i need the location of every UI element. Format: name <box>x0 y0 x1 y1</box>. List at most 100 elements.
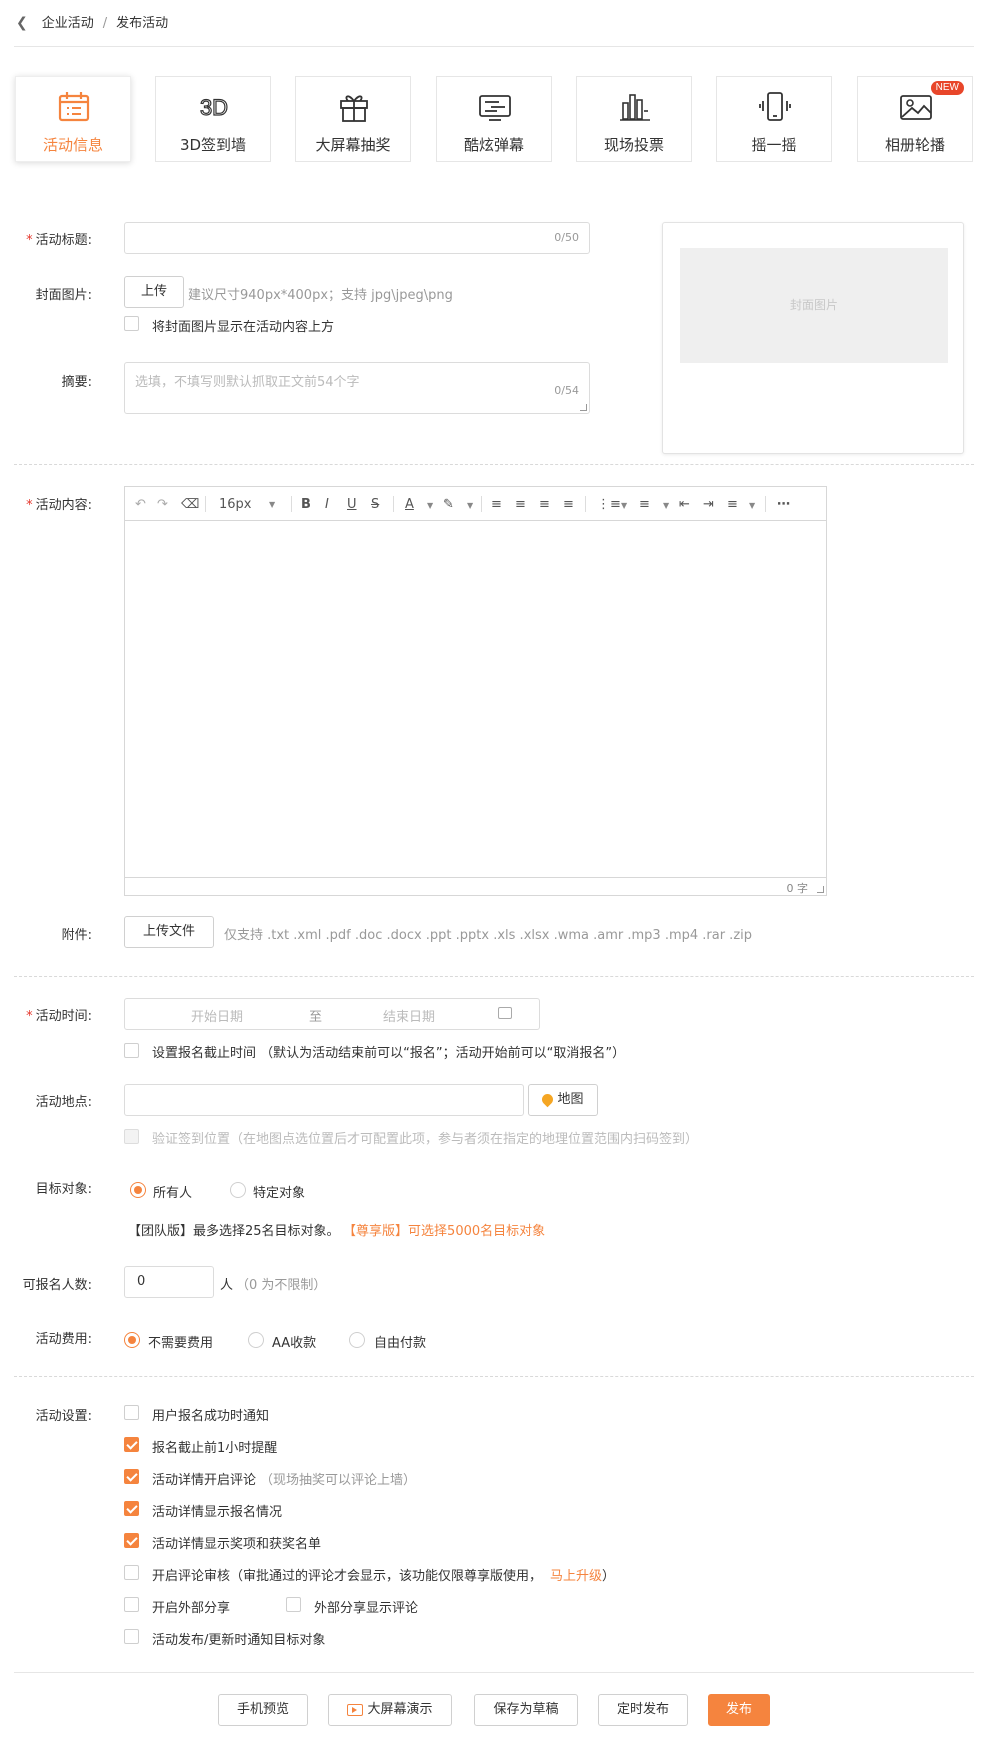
tab-shake[interactable]: 摇一摇 <box>716 76 832 162</box>
caret-down-icon[interactable]: ▼ <box>663 501 669 510</box>
setting-checkbox[interactable] <box>124 1533 139 1548</box>
setting-label-text: 开启评论审核（审批通过的评论才会显示，该功能仅限尊享版使用， <box>152 1569 543 1584</box>
breadcrumb: ❮ 企业活动 / 发布活动 <box>16 12 168 32</box>
cover-preview-image: 封面图片 <box>680 248 948 363</box>
end-date-input[interactable]: 结束日期 <box>383 1006 435 1025</box>
tab-3d-sign-wall[interactable]: 3D 3D签到墙 <box>155 76 271 162</box>
attachment-label: 附件: <box>61 928 92 943</box>
align-center-icon[interactable]: ≡ <box>515 497 526 512</box>
cover-upload-button[interactable]: 上传 <box>124 276 184 308</box>
phone-shake-icon <box>759 92 791 121</box>
schedule-publish-button[interactable]: 定时发布 <box>598 1694 688 1726</box>
caret-down-icon[interactable]: ▼ <box>621 501 627 510</box>
italic-icon[interactable]: I <box>325 497 329 512</box>
editor-body[interactable] <box>125 522 826 877</box>
setting-checkbox[interactable] <box>124 1469 139 1484</box>
back-chevron-icon[interactable]: ❮ <box>16 15 28 31</box>
tab-album[interactable]: 相册轮播 NEW <box>857 76 973 162</box>
fee-free-label: 不需要费用 <box>148 1336 214 1351</box>
fee-aa-radio[interactable] <box>248 1332 264 1348</box>
start-date-input[interactable]: 开始日期 <box>191 1006 243 1025</box>
setting-checkbox[interactable] <box>124 1405 139 1420</box>
setting-checkbox[interactable] <box>124 1629 139 1644</box>
font-size-select[interactable]: 16px ▼ <box>219 497 281 512</box>
breadcrumb-current: 发布活动 <box>116 16 169 31</box>
save-draft-button[interactable]: 保存为草稿 <box>474 1694 578 1726</box>
setting-checkbox[interactable] <box>124 1501 139 1516</box>
target-specific-radio[interactable] <box>230 1182 246 1198</box>
capacity-value: 0 <box>137 1274 146 1289</box>
numbered-list-icon[interactable]: ≡ <box>639 497 650 512</box>
title-input[interactable]: 0/50 <box>124 222 590 254</box>
setting-checkbox[interactable] <box>286 1597 301 1612</box>
map-button[interactable]: 地图 <box>528 1084 598 1116</box>
font-size-value: 16px <box>219 497 252 512</box>
publish-button[interactable]: 发布 <box>708 1694 770 1726</box>
breadcrumb-parent[interactable]: 企业活动 <box>42 16 94 31</box>
fee-free-payment-radio[interactable] <box>349 1332 365 1348</box>
line-height-icon[interactable]: ≡ <box>727 497 738 512</box>
setting-label: 活动发布/更新时通知目标对象 <box>152 1633 326 1648</box>
setting-checkbox[interactable] <box>124 1437 139 1452</box>
bullet-list-icon[interactable]: ⋮≡ <box>597 497 621 512</box>
undo-icon[interactable]: ↶ <box>135 497 146 512</box>
rich-text-editor: ↶ ↷ ⌫ 16px ▼ B I U S A ▼ ✎ ▼ ≡ ≡ ≡ ≡ ⋮≡ ▼… <box>124 486 827 896</box>
resize-grip-icon[interactable] <box>580 404 587 411</box>
tab-barrage[interactable]: 酷炫弹幕 <box>436 76 552 162</box>
outdent-icon[interactable]: ⇤ <box>679 497 690 512</box>
tab-voting[interactable]: 现场投票 <box>576 76 692 162</box>
setting-label: 外部分享显示评论 <box>314 1601 419 1616</box>
resize-grip-icon[interactable] <box>817 886 824 893</box>
play-screen-icon <box>347 1703 364 1716</box>
more-icon[interactable]: ⋯ <box>777 497 790 512</box>
big-screen-demo-button[interactable]: 大屏幕演示 <box>328 1694 452 1726</box>
tab-label: 摇一摇 <box>751 136 797 154</box>
toolbar-separator <box>481 496 482 512</box>
tab-activity-info[interactable]: 活动信息 <box>15 76 131 162</box>
calendar-icon[interactable] <box>498 1007 512 1019</box>
tab-label: 大屏幕抽奖 <box>315 136 391 154</box>
summary-textarea[interactable]: 选填，不填写则默认抓取正文前54个字 0/54 <box>124 362 590 414</box>
caret-down-icon: ▼ <box>269 500 276 509</box>
eraser-icon[interactable]: ⌫ <box>181 497 199 512</box>
3d-icon: 3D <box>199 94 228 120</box>
section-divider <box>14 1376 974 1377</box>
target-label: 目标对象: <box>35 1182 92 1197</box>
upgrade-link[interactable]: 马上升级 <box>550 1569 602 1584</box>
fee-free-radio[interactable] <box>124 1332 140 1348</box>
font-color-icon[interactable]: A <box>405 497 414 512</box>
editor-statusbar: 0 字 <box>125 877 826 895</box>
word-count: 0 字 <box>786 882 809 895</box>
highlight-icon[interactable]: ✎ <box>443 497 454 512</box>
underline-icon[interactable]: U <box>347 497 357 512</box>
attachment-upload-button[interactable]: 上传文件 <box>124 916 214 948</box>
target-all-radio[interactable] <box>130 1182 146 1198</box>
setting-checkbox[interactable] <box>124 1565 139 1580</box>
align-right-icon[interactable]: ≡ <box>539 497 550 512</box>
tab-label: 相册轮播 <box>884 136 945 154</box>
target-note-premium[interactable]: 【尊享版】可选择5000名目标对象 <box>350 1224 546 1239</box>
align-justify-icon[interactable]: ≡ <box>563 497 574 512</box>
tab-lottery[interactable]: 大屏幕抽奖 <box>295 76 411 162</box>
capacity-input[interactable]: 0 <box>124 1266 214 1298</box>
section-divider <box>14 976 974 977</box>
deadline-checkbox[interactable] <box>124 1043 139 1058</box>
setting-checkbox[interactable] <box>124 1597 139 1612</box>
toolbar-separator <box>291 496 292 512</box>
caret-down-icon[interactable]: ▼ <box>427 501 433 510</box>
caret-down-icon[interactable]: ▼ <box>467 501 473 510</box>
cover-show-above-label: 将封面图片显示在活动内容上方 <box>152 320 335 335</box>
setting-label: 活动详情显示奖项和获奖名单 <box>152 1537 322 1552</box>
cover-show-above-checkbox[interactable] <box>124 316 139 331</box>
tab-label: 酷炫弹幕 <box>463 136 524 154</box>
redo-icon[interactable]: ↷ <box>157 497 168 512</box>
indent-icon[interactable]: ⇥ <box>703 497 714 512</box>
align-left-icon[interactable]: ≡ <box>491 497 502 512</box>
strikethrough-icon[interactable]: S <box>371 497 379 512</box>
caret-down-icon[interactable]: ▼ <box>749 501 755 510</box>
fee-label: 活动费用: <box>35 1332 92 1347</box>
location-input[interactable] <box>124 1084 524 1116</box>
date-range-picker[interactable]: 开始日期 至 结束日期 <box>124 998 540 1030</box>
mobile-preview-button[interactable]: 手机预览 <box>218 1694 308 1726</box>
bold-icon[interactable]: B <box>301 497 311 512</box>
